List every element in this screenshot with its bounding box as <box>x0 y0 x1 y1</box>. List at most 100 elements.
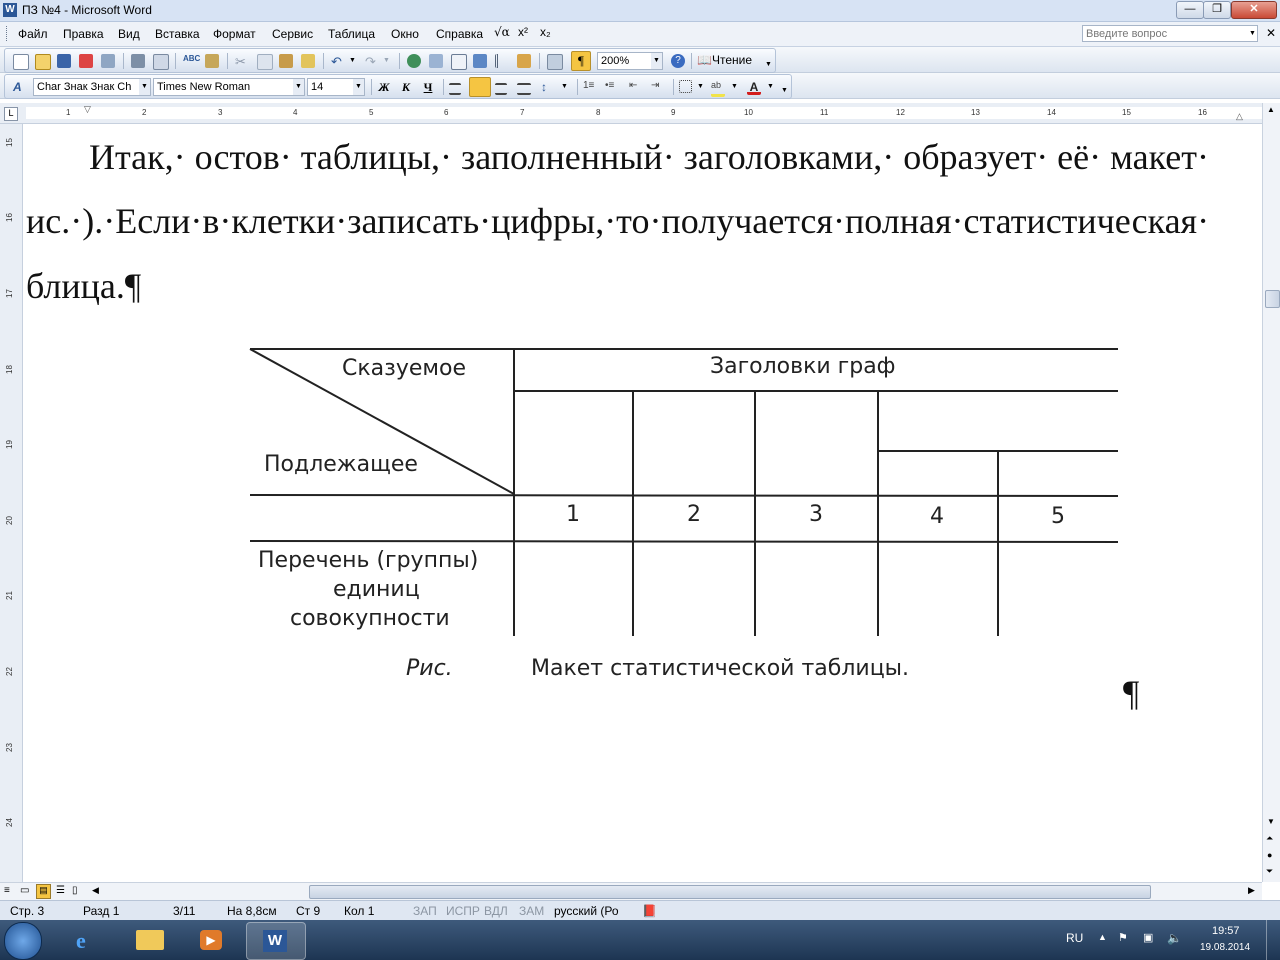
tab-selector-icon[interactable]: L <box>4 107 18 121</box>
volume-icon[interactable]: 🔈 <box>1167 931 1182 945</box>
chevron-down-icon[interactable]: ▼ <box>353 79 364 95</box>
columns-icon[interactable] <box>495 54 512 68</box>
status-track-changes[interactable]: ИСПР <box>446 904 480 918</box>
border-icon[interactable] <box>679 80 692 93</box>
new-document-icon[interactable] <box>13 54 29 70</box>
paste-icon[interactable] <box>279 54 293 68</box>
spelling-status-icon[interactable]: 📕 <box>642 904 657 918</box>
spelling-icon[interactable]: ABC <box>183 54 200 68</box>
chevron-down-icon[interactable]: ▼ <box>651 53 662 69</box>
font-color-dropdown-icon[interactable]: ▼ <box>767 83 781 97</box>
word-taskbar-icon[interactable]: W <box>246 922 306 960</box>
highlight-dropdown-icon[interactable]: ▼ <box>731 83 745 97</box>
print-icon[interactable] <box>131 54 145 68</box>
document-page[interactable]: Итак,· остов· таблицы,· заполненный· заг… <box>23 124 1261 882</box>
zoom-select[interactable]: 200% ▼ <box>597 52 663 70</box>
scroll-right-icon[interactable]: ▶ <box>1248 885 1255 896</box>
underline-button[interactable]: Ч <box>419 79 437 96</box>
first-line-indent-marker-icon[interactable]: ▽ <box>84 104 91 115</box>
restore-button[interactable]: ❐ <box>1203 1 1231 19</box>
bold-button[interactable]: Ж <box>375 79 393 96</box>
menu-file[interactable]: Файл <box>18 27 48 41</box>
styles-formatting-icon[interactable]: A <box>13 80 27 94</box>
vertical-ruler[interactable]: 15 16 17 18 19 20 21 22 23 24 <box>0 124 23 882</box>
document-map-icon[interactable] <box>547 54 563 70</box>
action-center-flag-icon[interactable]: ⚑ <box>1118 931 1128 944</box>
subscript-icon[interactable]: x₂ <box>540 25 551 39</box>
scroll-up-icon[interactable]: ▲ <box>1267 105 1275 114</box>
horizontal-scroll-thumb[interactable] <box>309 885 1151 899</box>
research-icon[interactable] <box>205 54 219 68</box>
style-select[interactable]: Char Знак Знак Ch ▼ <box>33 78 151 96</box>
document-text-line[interactable]: блица.¶ <box>26 265 141 307</box>
justify-icon[interactable] <box>517 83 531 95</box>
status-extend[interactable]: ВДЛ <box>484 904 508 918</box>
highlight-icon[interactable]: ab <box>711 80 725 97</box>
outline-view-icon[interactable]: ☰ <box>56 885 65 896</box>
explorer-taskbar-icon[interactable] <box>122 922 180 958</box>
figure-table-image[interactable]: Сказуемое Подлежащее Заголовки граф 1 2 … <box>223 336 1123 736</box>
help-search-input[interactable]: Введите вопрос <box>1082 25 1258 42</box>
numbering-icon[interactable]: 1≡ <box>583 80 597 94</box>
equation-icon[interactable]: √α <box>494 25 510 39</box>
show-hidden-icons-icon[interactable]: ▲ <box>1098 932 1107 942</box>
email-icon[interactable] <box>101 54 115 68</box>
chevron-down-icon[interactable]: ▼ <box>293 79 304 95</box>
print-preview-icon[interactable] <box>153 54 169 70</box>
font-size-select[interactable]: 14 ▼ <box>307 78 365 96</box>
close-button[interactable]: ✕ <box>1231 1 1277 19</box>
status-overtype[interactable]: ЗАМ <box>519 904 544 918</box>
menu-insert[interactable]: Вставка <box>155 27 200 41</box>
scroll-left-icon[interactable]: ◀ <box>92 885 99 896</box>
show-formatting-icon[interactable]: ¶ <box>571 51 591 71</box>
clock-date[interactable]: 19.08.2014 <box>1200 942 1250 953</box>
network-icon[interactable]: ▣ <box>1143 931 1153 944</box>
web-layout-icon[interactable]: ▭ <box>20 885 29 896</box>
ie-taskbar-icon[interactable]: e <box>60 922 118 958</box>
decrease-indent-icon[interactable]: ⇤ <box>629 80 643 94</box>
copy-icon[interactable] <box>257 54 273 70</box>
scroll-down-icon[interactable]: ▼ <box>1267 817 1275 826</box>
reading-layout-icon[interactable]: ▯ <box>72 885 78 896</box>
undo-dropdown-icon[interactable]: ▼ <box>349 57 363 71</box>
help-icon[interactable]: ? <box>671 54 685 68</box>
word-app-icon[interactable]: W <box>3 3 17 17</box>
horizontal-ruler[interactable]: L ▽ △ 1 2 3 4 5 6 7 8 9 10 11 12 13 14 1… <box>0 103 1262 124</box>
superscript-icon[interactable]: x² <box>518 25 528 39</box>
media-player-taskbar-icon[interactable]: ▶ <box>184 922 242 958</box>
insert-table-icon[interactable] <box>451 54 467 70</box>
save-icon[interactable] <box>57 54 71 68</box>
align-center-icon[interactable] <box>469 77 491 97</box>
normal-view-icon[interactable]: ≡ <box>4 885 10 896</box>
chevron-down-icon[interactable]: ▼ <box>139 79 150 95</box>
font-select[interactable]: Times New Roman ▼ <box>153 78 305 96</box>
close-document-icon[interactable]: ✕ <box>1266 26 1276 40</box>
menu-table[interactable]: Таблица <box>328 27 375 41</box>
drawing-icon[interactable] <box>517 54 531 68</box>
font-color-icon[interactable]: A <box>747 80 761 95</box>
bullets-icon[interactable]: •≡ <box>605 80 619 94</box>
start-button[interactable] <box>4 922 42 960</box>
redo-dropdown-icon[interactable]: ▼ <box>383 57 397 71</box>
permission-icon[interactable] <box>79 54 93 68</box>
italic-button[interactable]: К <box>397 79 415 96</box>
hyperlink-icon[interactable] <box>407 54 421 68</box>
align-right-icon[interactable] <box>495 83 507 95</box>
line-spacing-icon[interactable]: ↕ <box>541 80 555 94</box>
minimize-button[interactable]: — <box>1176 1 1204 19</box>
input-language[interactable]: RU <box>1066 931 1083 945</box>
insert-excel-icon[interactable] <box>473 54 487 68</box>
format-painter-icon[interactable] <box>301 54 315 68</box>
right-indent-marker-icon[interactable]: △ <box>1236 111 1243 122</box>
menu-grip-icon[interactable] <box>6 26 10 41</box>
print-layout-icon[interactable]: ▤ <box>36 884 51 899</box>
border-dropdown-icon[interactable]: ▼ <box>697 83 711 97</box>
browse-object-icon[interactable]: ● <box>1267 850 1272 860</box>
open-icon[interactable] <box>35 54 51 70</box>
show-desktop-button[interactable] <box>1266 920 1280 960</box>
status-language[interactable]: русский (Ро <box>554 904 619 918</box>
help-search-dropdown-icon[interactable]: ▼ <box>1249 30 1256 37</box>
toolbar-options-icon[interactable]: ▼ <box>781 87 788 94</box>
vertical-scrollbar[interactable]: ▲ ▼ ⏶ ● ⏷ <box>1262 103 1280 882</box>
horizontal-scrollbar[interactable]: ≡ ▭ ▤ ☰ ▯ ◀ ▶ <box>0 882 1262 900</box>
